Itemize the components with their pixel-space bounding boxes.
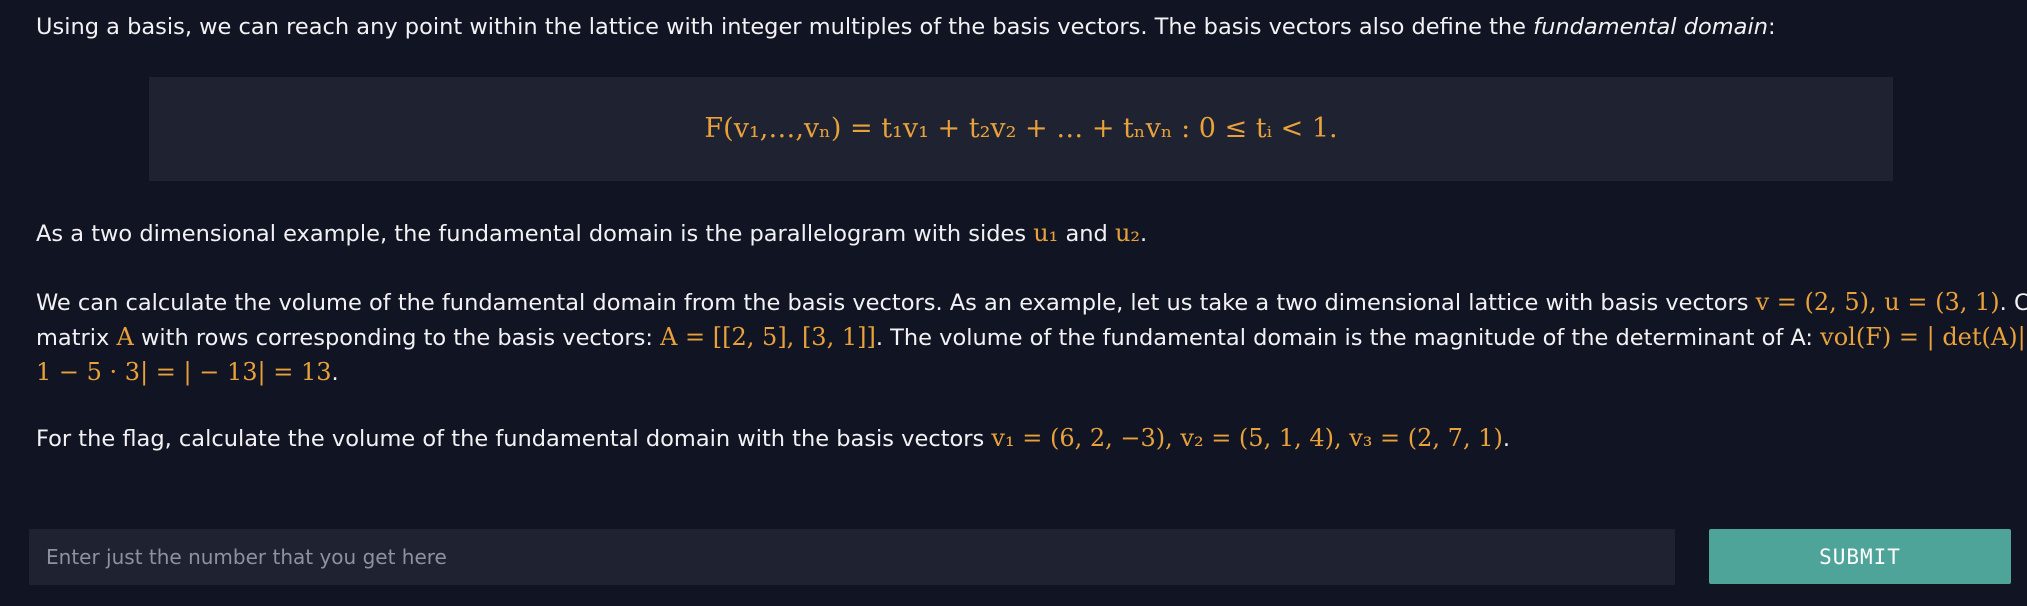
flag-text: For the flag, calculate the volume of th… <box>36 426 991 452</box>
side-u1: u₁ <box>1033 219 1058 247</box>
side-u2: u₂ <box>1115 219 1140 247</box>
matrix-a-symbol: A <box>117 323 134 351</box>
volume-line-2: matrix A with rows corresponding to the … <box>36 320 2027 355</box>
volume-text-1-tail: . Create a <box>2000 290 2027 316</box>
example-paragraph: As a two dimensional example, the fundam… <box>36 216 1147 251</box>
flag-basis-vectors: v₁ = (6, 2, −3), v₂ = (5, 1, 4), v₃ = (2… <box>991 424 1502 452</box>
formula-block: F(v₁,…,vₙ) = t₁v₁ + t₂v₂ + … + tₙvₙ : 0 … <box>149 77 1893 181</box>
determinant-start: vol(F) = | det(A)| = |2 · <box>1820 323 2027 351</box>
volume-text-2c: . The volume of the fundamental domain i… <box>876 325 1820 351</box>
flag-period: . <box>1503 426 1510 452</box>
example-basis-vectors: v = (2, 5), u = (3, 1) <box>1756 288 2000 316</box>
intro-text: Using a basis, we can reach any point wi… <box>36 14 1533 40</box>
example-text: As a two dimensional example, the fundam… <box>36 221 1033 247</box>
intro-paragraph: Using a basis, we can reach any point wi… <box>36 10 1776 44</box>
volume-text-2a: matrix <box>36 325 117 351</box>
answer-input[interactable] <box>29 529 1675 585</box>
example-period: . <box>1140 221 1147 247</box>
submit-button[interactable]: SUBMIT <box>1709 529 2011 584</box>
matrix-a-definition: A = [[2, 5], [3, 1]] <box>660 323 876 351</box>
volume-line-1: We can calculate the volume of the funda… <box>36 285 2027 320</box>
fundamental-domain-term: fundamental domain <box>1533 14 1768 40</box>
flag-paragraph: For the flag, calculate the volume of th… <box>36 421 1510 456</box>
volume-paragraph: We can calculate the volume of the funda… <box>36 285 2027 390</box>
volume-line-3: 1 − 5 · 3| = | − 13| = 13. <box>36 355 2027 390</box>
volume-text-2b: with rows corresponding to the basis vec… <box>134 325 660 351</box>
volume-period: . <box>332 360 339 386</box>
volume-text-1: We can calculate the volume of the funda… <box>36 290 1756 316</box>
intro-colon: : <box>1768 14 1776 40</box>
and-text: and <box>1058 221 1115 247</box>
determinant-end: 1 − 5 · 3| = | − 13| = 13 <box>36 358 332 386</box>
fundamental-domain-formula: F(v₁,…,vₙ) = t₁v₁ + t₂v₂ + … + tₙvₙ : 0 … <box>704 112 1337 146</box>
